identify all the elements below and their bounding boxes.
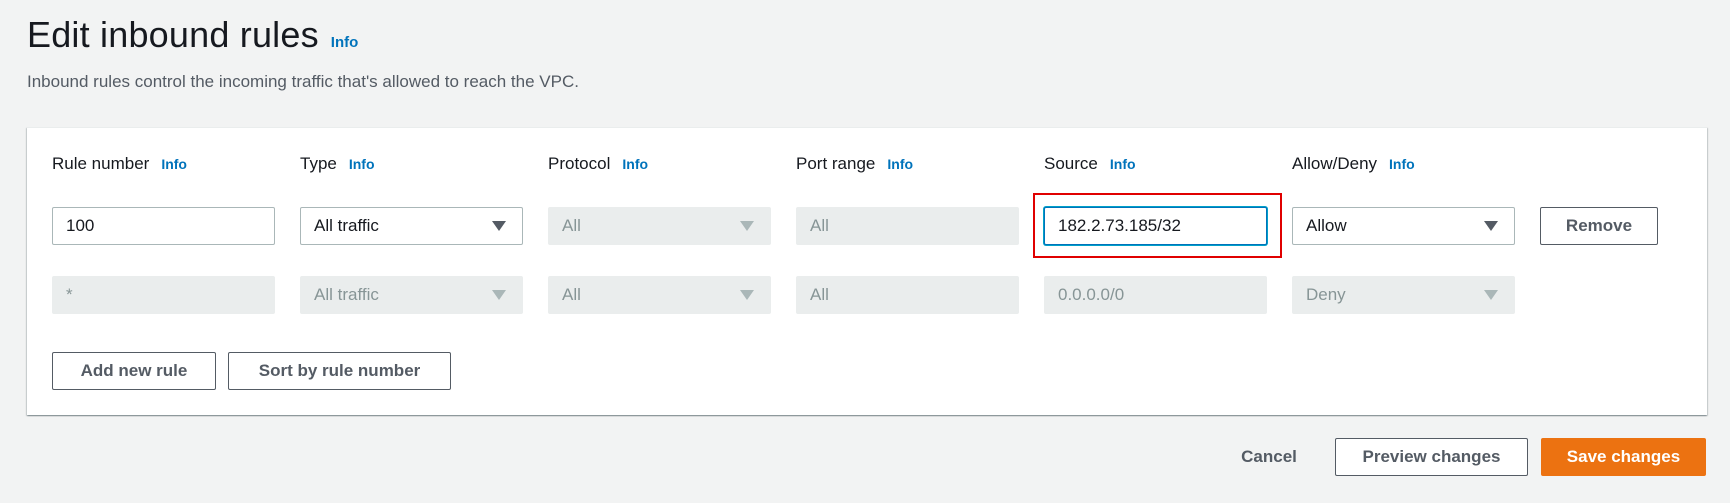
caret-down-icon xyxy=(740,290,754,300)
port-range-input: All xyxy=(796,207,1019,245)
port-range-input: All xyxy=(796,276,1019,314)
page-description: Inbound rules control the incoming traff… xyxy=(27,72,579,91)
column-header-type: Type Info xyxy=(300,154,375,174)
remove-rule-button[interactable]: Remove xyxy=(1540,207,1658,245)
source-input: 0.0.0.0/0 xyxy=(1044,276,1267,314)
page-header: Edit inbound rules Info xyxy=(27,14,358,56)
source-info-link[interactable]: Info xyxy=(1110,156,1136,172)
column-header-protocol: Protocol Info xyxy=(548,154,648,174)
save-changes-button[interactable]: Save changes xyxy=(1541,438,1706,476)
caret-down-icon xyxy=(1484,290,1498,300)
caret-down-icon xyxy=(1484,221,1498,231)
port-range-value: All xyxy=(810,216,829,235)
protocol-value: All xyxy=(562,216,581,235)
cancel-button[interactable]: Cancel xyxy=(1222,438,1316,476)
title-info-link[interactable]: Info xyxy=(331,34,359,51)
type-info-link[interactable]: Info xyxy=(349,156,375,172)
preview-changes-button[interactable]: Preview changes xyxy=(1335,438,1528,476)
column-header-allow-deny: Allow/Deny Info xyxy=(1292,154,1415,174)
rules-panel: Rule number Info Type Info Protocol Info… xyxy=(27,127,1707,415)
protocol-info-link[interactable]: Info xyxy=(622,156,648,172)
action-select: Deny xyxy=(1292,276,1515,314)
type-value: All traffic xyxy=(314,285,379,304)
source-highlight-box xyxy=(1033,193,1282,258)
type-value: All traffic xyxy=(314,216,379,235)
page-title: Edit inbound rules xyxy=(27,14,319,55)
rule-number-value: * xyxy=(66,285,73,304)
protocol-value: All xyxy=(562,285,581,304)
action-select[interactable]: Allow xyxy=(1292,207,1515,245)
column-label: Rule number xyxy=(52,154,150,173)
rule-number-input: * xyxy=(52,276,275,314)
port-range-value: All xyxy=(810,285,829,304)
protocol-select: All xyxy=(548,276,771,314)
column-label: Protocol xyxy=(548,154,611,173)
rule-number-input[interactable]: 100 xyxy=(52,207,275,245)
allow-deny-info-link[interactable]: Info xyxy=(1389,156,1415,172)
rule-number-value: 100 xyxy=(66,216,95,235)
rule-number-info-link[interactable]: Info xyxy=(161,156,187,172)
caret-down-icon xyxy=(740,221,754,231)
protocol-select: All xyxy=(548,207,771,245)
source-value: 0.0.0.0/0 xyxy=(1058,285,1125,304)
port-range-info-link[interactable]: Info xyxy=(887,156,913,172)
caret-down-icon xyxy=(492,290,506,300)
column-label: Port range xyxy=(796,154,876,173)
type-select[interactable]: All traffic xyxy=(300,207,523,245)
column-header-source: Source Info xyxy=(1044,154,1136,174)
action-value: Deny xyxy=(1306,285,1346,304)
action-value: Allow xyxy=(1306,216,1347,235)
column-label: Allow/Deny xyxy=(1292,154,1378,173)
type-select: All traffic xyxy=(300,276,523,314)
column-header-port-range: Port range Info xyxy=(796,154,913,174)
column-header-rule-number: Rule number Info xyxy=(52,154,187,174)
column-label: Type xyxy=(300,154,337,173)
add-new-rule-button[interactable]: Add new rule xyxy=(52,352,216,390)
caret-down-icon xyxy=(492,221,506,231)
sort-by-rule-number-button[interactable]: Sort by rule number xyxy=(228,352,451,390)
column-label: Source xyxy=(1044,154,1098,173)
